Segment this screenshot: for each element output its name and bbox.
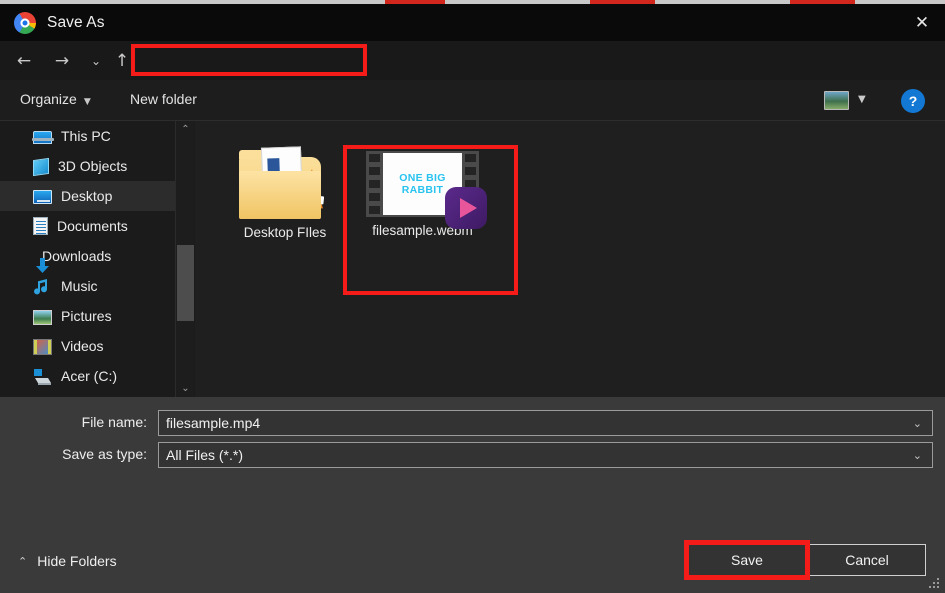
window-title: Save As bbox=[47, 13, 105, 31]
command-bar: Organize ▼ New folder ▼ ? bbox=[0, 80, 945, 121]
save-as-type-label: Save as type: bbox=[62, 446, 147, 462]
chevron-down-icon[interactable]: ⌄ bbox=[913, 449, 922, 462]
sidebar-item-documents[interactable]: Documents bbox=[0, 211, 175, 241]
chevron-up-icon: ⌃ bbox=[18, 554, 28, 568]
file-list: Desktop FIles ONE BIG RABBIT filesample.… bbox=[195, 121, 945, 397]
list-item[interactable]: Desktop FIles bbox=[230, 143, 340, 240]
play-overlay-icon bbox=[445, 187, 487, 229]
forward-icon[interactable]: → bbox=[46, 41, 78, 80]
scroll-up-icon[interactable]: ⌃ bbox=[176, 121, 195, 138]
film-perforation-rail bbox=[366, 151, 383, 217]
chevron-down-icon: ▼ bbox=[83, 97, 91, 107]
sidebar-item-label: This PC bbox=[61, 128, 111, 144]
sidebar-item-label: Acer (C:) bbox=[61, 368, 117, 384]
save-as-type-value[interactable]: All Files (*.*) bbox=[166, 447, 913, 463]
save-button[interactable]: Save bbox=[688, 544, 806, 576]
sidebar-item-this-pc[interactable]: This PC bbox=[0, 121, 175, 151]
sidebar-item-desktop[interactable]: Desktop bbox=[0, 181, 175, 211]
view-chevron-down-icon[interactable]: ▼ bbox=[858, 94, 866, 105]
help-button[interactable]: ? bbox=[901, 89, 925, 113]
sidebar-item-label: Desktop bbox=[61, 188, 113, 204]
pictures-icon bbox=[33, 309, 52, 325]
sidebar-item-downloads[interactable]: Downloads bbox=[0, 241, 175, 273]
folder-icon bbox=[239, 143, 331, 219]
navigation-sidebar: This PC 3D Objects Desktop Documents Downloa… bbox=[0, 121, 175, 397]
sidebar-item-label: Music bbox=[61, 278, 98, 294]
organize-label: Organize bbox=[20, 91, 77, 107]
close-icon[interactable]: ✕ bbox=[899, 4, 945, 41]
file-name-label: Desktop FIles bbox=[243, 225, 327, 240]
sidebar-item-acer-c[interactable]: Acer (C:) bbox=[0, 361, 175, 391]
back-icon[interactable]: ← bbox=[8, 41, 40, 80]
hide-folders-button[interactable]: ⌃ Hide Folders bbox=[18, 553, 117, 569]
up-icon[interactable]: ↑ bbox=[106, 41, 138, 80]
save-as-type-select[interactable]: All Files (*.*) ⌄ bbox=[158, 442, 933, 468]
resize-grip[interactable] bbox=[927, 576, 939, 588]
sidebar-item-3d-objects[interactable]: 3D Objects bbox=[0, 151, 175, 181]
documents-icon bbox=[33, 217, 48, 235]
drive-icon bbox=[33, 367, 52, 386]
hide-folders-label: Hide Folders bbox=[37, 553, 117, 569]
chrome-logo-icon bbox=[14, 11, 36, 34]
music-icon bbox=[33, 277, 52, 296]
list-item[interactable]: ONE BIG RABBIT filesample.webm bbox=[355, 151, 490, 238]
video-thumbnail: ONE BIG RABBIT bbox=[366, 151, 487, 229]
file-name-value[interactable]: filesample.mp4 bbox=[166, 415, 913, 431]
sidebar-item-videos[interactable]: Videos bbox=[0, 331, 175, 361]
chevron-down-icon[interactable]: ⌄ bbox=[913, 417, 922, 430]
sidebar-item-pictures[interactable]: Pictures bbox=[0, 301, 175, 331]
cancel-button[interactable]: Cancel bbox=[808, 544, 926, 576]
file-name-input[interactable]: filesample.mp4 ⌄ bbox=[158, 410, 933, 436]
sidebar-item-music[interactable]: Music bbox=[0, 271, 175, 301]
scrollbar-thumb[interactable] bbox=[177, 245, 194, 321]
file-name-field-label: File name: bbox=[81, 414, 147, 430]
view-layout-icon[interactable] bbox=[824, 91, 849, 110]
sidebar-scrollbar[interactable]: ⌃ ⌄ bbox=[175, 121, 194, 397]
sidebar-item-label: Downloads bbox=[42, 248, 112, 264]
desktop-icon bbox=[33, 190, 52, 204]
sidebar-item-label: Pictures bbox=[61, 308, 112, 324]
sidebar-item-label: 3D Objects bbox=[58, 158, 128, 174]
content-area: This PC 3D Objects Desktop Documents Downloa… bbox=[0, 121, 945, 397]
videos-icon bbox=[33, 339, 52, 355]
sidebar-item-label: Documents bbox=[57, 218, 128, 234]
organize-button[interactable]: Organize ▼ bbox=[20, 91, 91, 107]
scroll-down-icon[interactable]: ⌄ bbox=[176, 380, 195, 397]
new-folder-button[interactable]: New folder bbox=[130, 91, 197, 107]
this-pc-icon bbox=[32, 131, 54, 144]
sidebar-item-label: Videos bbox=[61, 338, 104, 354]
navigation-bar: ← → ⌄ ↑ › This PC › Desktop › ⌄ ↻ Search… bbox=[0, 41, 945, 115]
save-as-dialog: Save As ✕ ← → ⌄ ↑ › This PC › Desktop › … bbox=[0, 0, 945, 593]
title-bar: Save As ✕ bbox=[0, 4, 945, 41]
3d-objects-icon bbox=[33, 157, 49, 177]
